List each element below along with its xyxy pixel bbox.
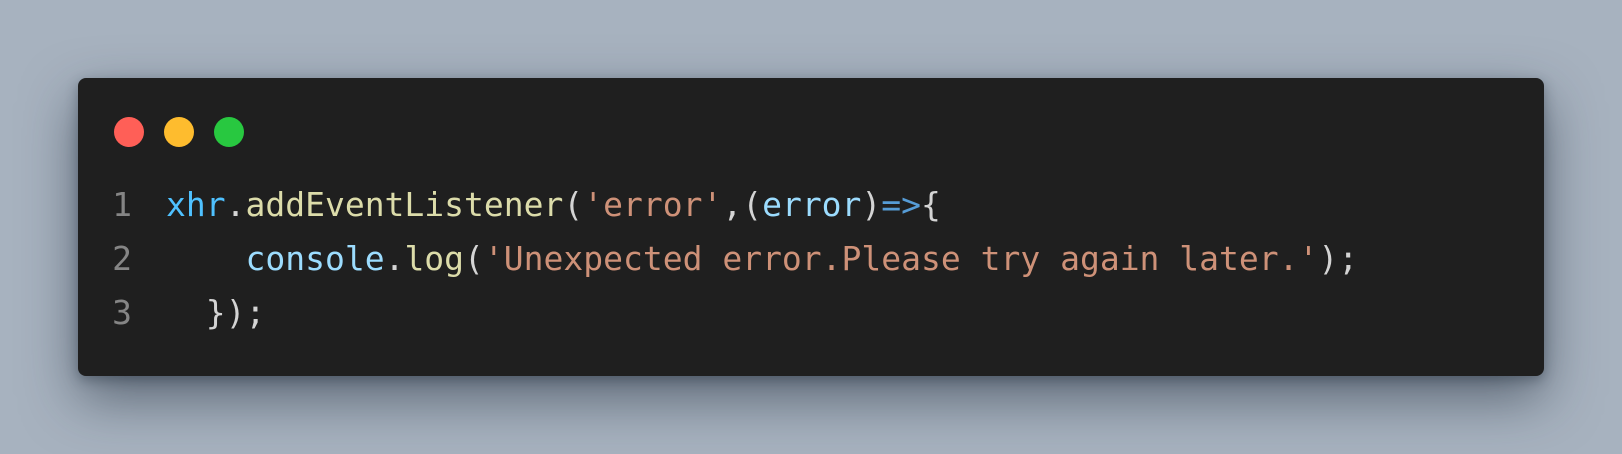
close-dot-icon[interactable] xyxy=(114,117,144,147)
code-token: ) xyxy=(861,185,882,224)
code-line: 2 console.log('Unexpected error.Please t… xyxy=(78,232,1544,286)
code-token: }); xyxy=(205,293,266,332)
minimize-dot-icon[interactable] xyxy=(164,117,194,147)
code-token: log xyxy=(404,239,465,278)
code-line: 3 }); xyxy=(78,286,1544,340)
maximize-dot-icon[interactable] xyxy=(214,117,244,147)
code-token: ); xyxy=(1318,239,1359,278)
code-token: 'Unexpected error.Please try again later… xyxy=(483,239,1319,278)
code-token: ( xyxy=(464,239,484,278)
code-token: . xyxy=(225,185,246,224)
line-number: 2 xyxy=(112,239,132,278)
code-token: ,( xyxy=(722,185,763,224)
code-token: error xyxy=(762,185,862,224)
line-number: 1 xyxy=(112,185,132,224)
code-token: . xyxy=(384,239,405,278)
code-token: ( xyxy=(563,185,584,224)
code-token: console xyxy=(245,239,385,278)
code-text: xhr.addEventListener('error',(error)=>{ xyxy=(166,178,941,232)
code-window: 1 xhr.addEventListener('error',(error)=>{… xyxy=(78,78,1544,376)
code-block: 1 xhr.addEventListener('error',(error)=>{… xyxy=(78,178,1544,340)
code-token: addEventListener xyxy=(245,185,564,224)
code-token: 'error' xyxy=(583,185,723,224)
code-text: }); xyxy=(166,286,266,340)
code-token: { xyxy=(921,185,941,224)
code-text: console.log('Unexpected error.Please try… xyxy=(166,232,1358,286)
code-line: 1 xhr.addEventListener('error',(error)=>{ xyxy=(78,178,1544,232)
code-token: xhr xyxy=(166,185,226,224)
code-token: => xyxy=(881,185,922,224)
line-number: 3 xyxy=(112,293,132,332)
